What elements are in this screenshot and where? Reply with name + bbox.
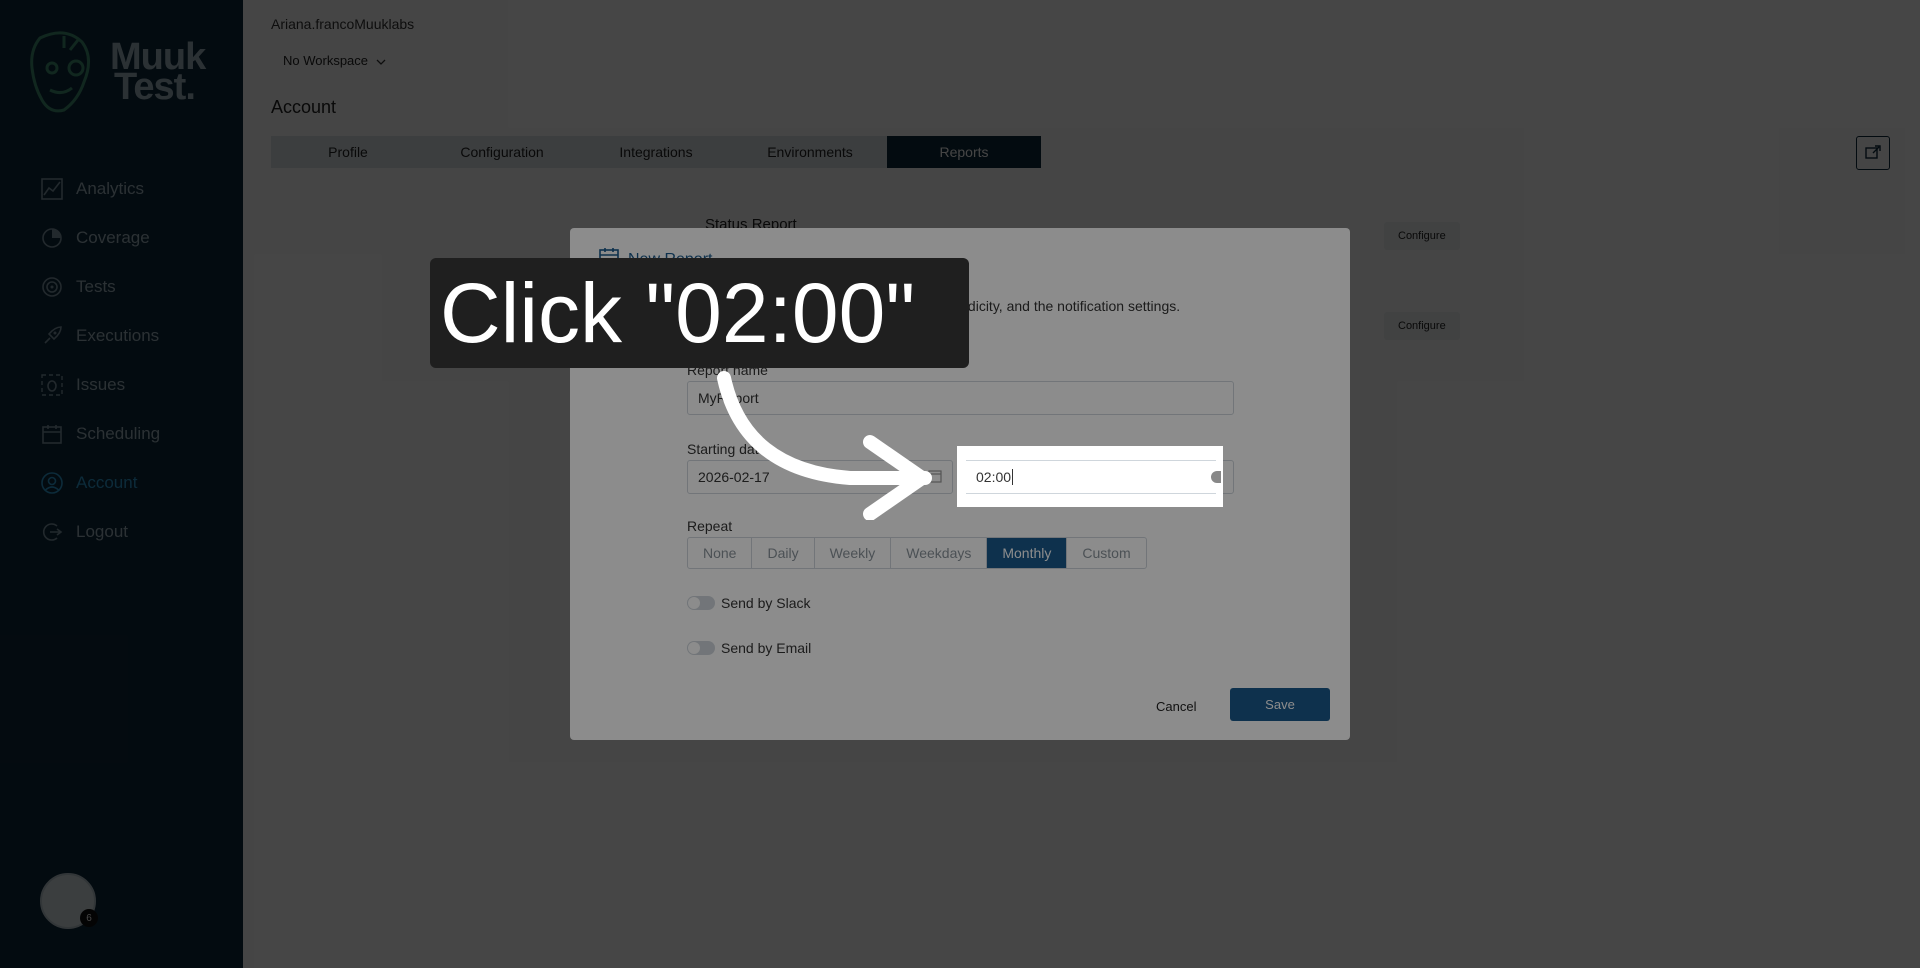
time-input-spotlight: 02:00 <box>957 446 1223 507</box>
clock-icon <box>1211 471 1221 483</box>
time-value: 02:00 <box>976 469 1012 485</box>
time-input[interactable]: 02:00 <box>966 460 1216 494</box>
instruction-callout: Click "02:00" <box>430 258 969 368</box>
instruction-text: Click "02:00" <box>440 266 916 360</box>
pointer-arrow-icon <box>717 371 932 520</box>
text-caret <box>1012 469 1014 485</box>
